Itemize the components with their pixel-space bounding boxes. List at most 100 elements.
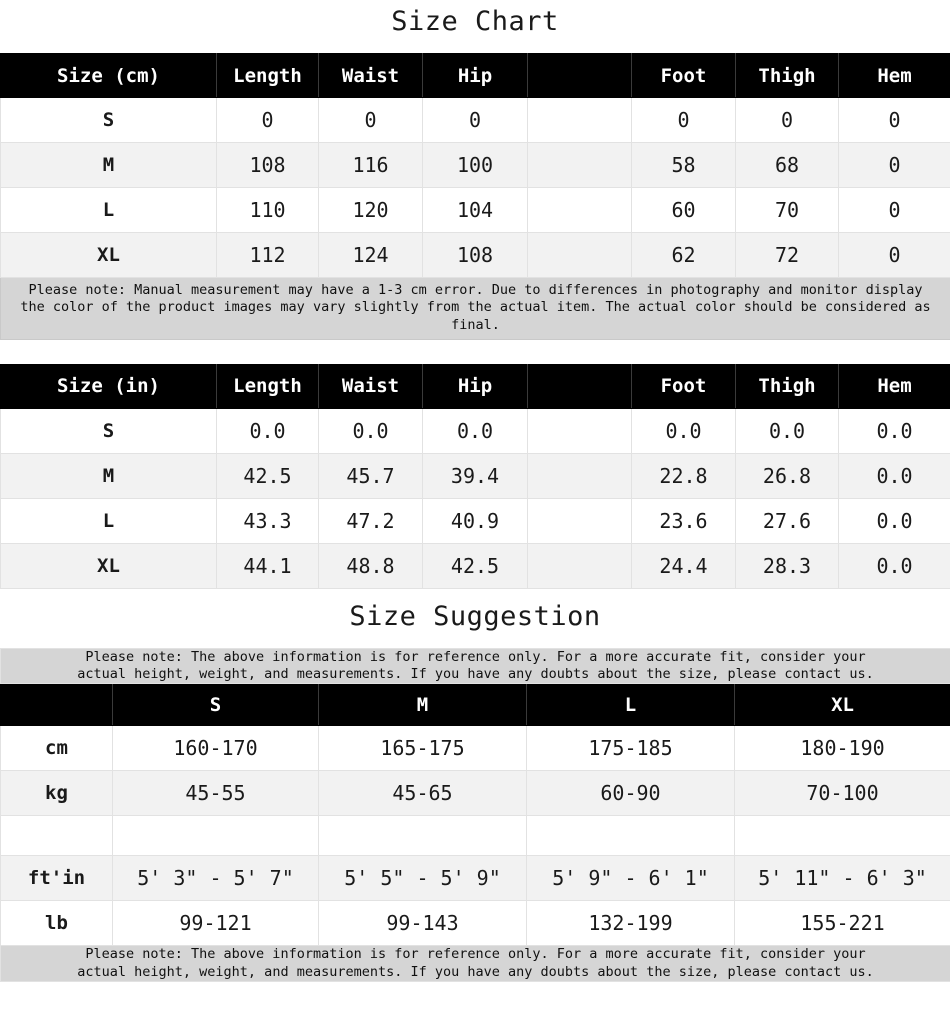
in-cell-thigh: 27.6 <box>735 497 839 544</box>
in-cell-thigh: 28.3 <box>735 542 839 589</box>
in-cell-length: 42.5 <box>216 452 319 499</box>
in-cell-blank <box>527 497 632 544</box>
suggestion-unit-label: lb <box>0 900 113 947</box>
suggestion-cell-xl: 180-190 <box>733 725 950 772</box>
suggestion-bottom-note-line-1: Please note: The above information is fo… <box>85 946 866 963</box>
in-cell-foot: 23.6 <box>631 497 736 544</box>
cm-cell-thigh: 72 <box>735 232 839 278</box>
table-row: S 0 0 0 0 0 0 <box>0 97 950 143</box>
cm-cell-blank <box>527 142 632 188</box>
cm-note-line-2: the color of the product images may vary… <box>20 299 931 333</box>
suggestion-top-note-line-1: Please note: The above information is fo… <box>85 648 866 665</box>
suggestion-cell-m: 99-143 <box>318 900 527 947</box>
in-cell-foot: 22.8 <box>631 452 736 499</box>
table-row: kg 45-55 45-65 60-90 70-100 <box>0 770 950 817</box>
in-header-thigh: Thigh <box>735 363 839 409</box>
suggestion-cell-xl: 5' 11" - 6' 3" <box>733 855 950 902</box>
in-cell-hip: 39.4 <box>422 452 528 499</box>
table-row: L 43.3 47.2 40.9 23.6 27.6 0.0 <box>0 497 950 544</box>
table-row: M 108 116 100 58 68 0 <box>0 142 950 188</box>
cm-header-length: Length <box>216 53 319 98</box>
suggestion-cell-m: 5' 5" - 5' 9" <box>318 855 527 902</box>
cm-row-size-label: S <box>0 97 217 143</box>
suggestion-spacer-row <box>0 815 950 857</box>
cm-header-waist: Waist <box>318 53 423 98</box>
cm-cell-length: 112 <box>216 232 319 278</box>
in-cell-hem: 0.0 <box>838 542 950 589</box>
cm-cell-thigh: 68 <box>735 142 839 188</box>
cm-cell-foot: 62 <box>631 232 736 278</box>
cm-cell-length: 110 <box>216 187 319 233</box>
suggestion-top-note: Please note: The above information is fo… <box>0 647 950 685</box>
suggestion-cell-s: 45-55 <box>112 770 319 817</box>
table-row: cm 160-170 165-175 175-185 180-190 <box>0 725 950 772</box>
in-header-size: Size (in) <box>0 363 217 409</box>
cm-note-line-1: Please note: Manual measurement may have… <box>28 282 923 298</box>
in-cell-blank <box>527 407 632 454</box>
suggestion-spacer-cell <box>318 815 527 857</box>
table-row: XL 112 124 108 62 72 0 <box>0 232 950 278</box>
suggestion-cell-m: 45-65 <box>318 770 527 817</box>
suggestion-header-l: L <box>526 683 735 727</box>
cm-header-size: Size (cm) <box>0 53 217 98</box>
in-row-size-label: M <box>0 452 217 499</box>
table-row: XL 44.1 48.8 42.5 24.4 28.3 0.0 <box>0 542 950 589</box>
suggestion-cell-xl: 155-221 <box>733 900 950 947</box>
in-cell-blank <box>527 542 632 589</box>
table-row: S 0.0 0.0 0.0 0.0 0.0 0.0 <box>0 407 950 454</box>
in-header-foot: Foot <box>631 363 736 409</box>
in-cell-length: 0.0 <box>216 407 319 454</box>
page-title-size-chart: Size Chart <box>391 6 559 37</box>
in-cell-thigh: 26.8 <box>735 452 839 499</box>
suggestion-bottom-note: Please note: The above information is fo… <box>0 945 950 982</box>
suggestion-cell-l: 175-185 <box>526 725 735 772</box>
cm-cell-hem: 0 <box>838 187 950 233</box>
suggestion-header-xl: XL <box>733 683 950 727</box>
in-cell-foot: 0.0 <box>631 407 736 454</box>
suggestion-cell-m: 165-175 <box>318 725 527 772</box>
cm-cell-foot: 60 <box>631 187 736 233</box>
in-cell-length: 44.1 <box>216 542 319 589</box>
in-cell-hem: 0.0 <box>838 452 950 499</box>
in-header-waist: Waist <box>318 363 423 409</box>
cm-cell-hip: 104 <box>422 187 528 233</box>
cm-header-hip: Hip <box>422 53 528 98</box>
suggestion-spacer-cell <box>0 815 113 857</box>
in-table-header-row: Size (in) Length Waist Hip Foot Thigh He… <box>0 363 950 409</box>
table-gap-spacer <box>0 340 950 364</box>
suggestion-spacer-cell <box>733 815 950 857</box>
cm-header-thigh: Thigh <box>735 53 839 98</box>
cm-row-size-label: M <box>0 142 217 188</box>
in-row-size-label: S <box>0 407 217 454</box>
in-cell-hip: 0.0 <box>422 407 528 454</box>
cm-cell-blank <box>527 232 632 278</box>
table-row: lb 99-121 99-143 132-199 155-221 <box>0 900 950 947</box>
suggestion-unit-label: ft'in <box>0 855 113 902</box>
in-cell-thigh: 0.0 <box>735 407 839 454</box>
suggestion-spacer-cell <box>112 815 319 857</box>
cm-header-hem: Hem <box>838 53 950 98</box>
size-chart-page: Size Chart Size (cm) Length Waist Hip Fo… <box>0 0 950 982</box>
suggestion-spacer-cell <box>526 815 735 857</box>
cm-cell-foot: 0 <box>631 97 736 143</box>
suggestion-top-note-row: Please note: The above information is fo… <box>0 647 950 685</box>
suggestion-top-note-line-2: actual height, weight, and measurements.… <box>77 666 874 683</box>
cm-row-size-label: L <box>0 187 217 233</box>
cm-table-header-row: Size (cm) Length Waist Hip Foot Thigh He… <box>0 53 950 98</box>
suggestion-cell-l: 5' 9" - 6' 1" <box>526 855 735 902</box>
cm-cell-waist: 120 <box>318 187 423 233</box>
cm-cell-blank <box>527 187 632 233</box>
table-row: L 110 120 104 60 70 0 <box>0 187 950 233</box>
in-cell-length: 43.3 <box>216 497 319 544</box>
cm-cell-hem: 0 <box>838 97 950 143</box>
in-header-length: Length <box>216 363 319 409</box>
cm-cell-length: 0 <box>216 97 319 143</box>
suggestion-cell-l: 132-199 <box>526 900 735 947</box>
cm-cell-foot: 58 <box>631 142 736 188</box>
in-cell-waist: 45.7 <box>318 452 423 499</box>
cm-cell-blank <box>527 97 632 143</box>
in-cell-foot: 24.4 <box>631 542 736 589</box>
suggestion-unit-label: kg <box>0 770 113 817</box>
size-suggestion-table: Please note: The above information is fo… <box>0 647 950 982</box>
size-chart-cm-table: Size (cm) Length Waist Hip Foot Thigh He… <box>0 53 950 340</box>
